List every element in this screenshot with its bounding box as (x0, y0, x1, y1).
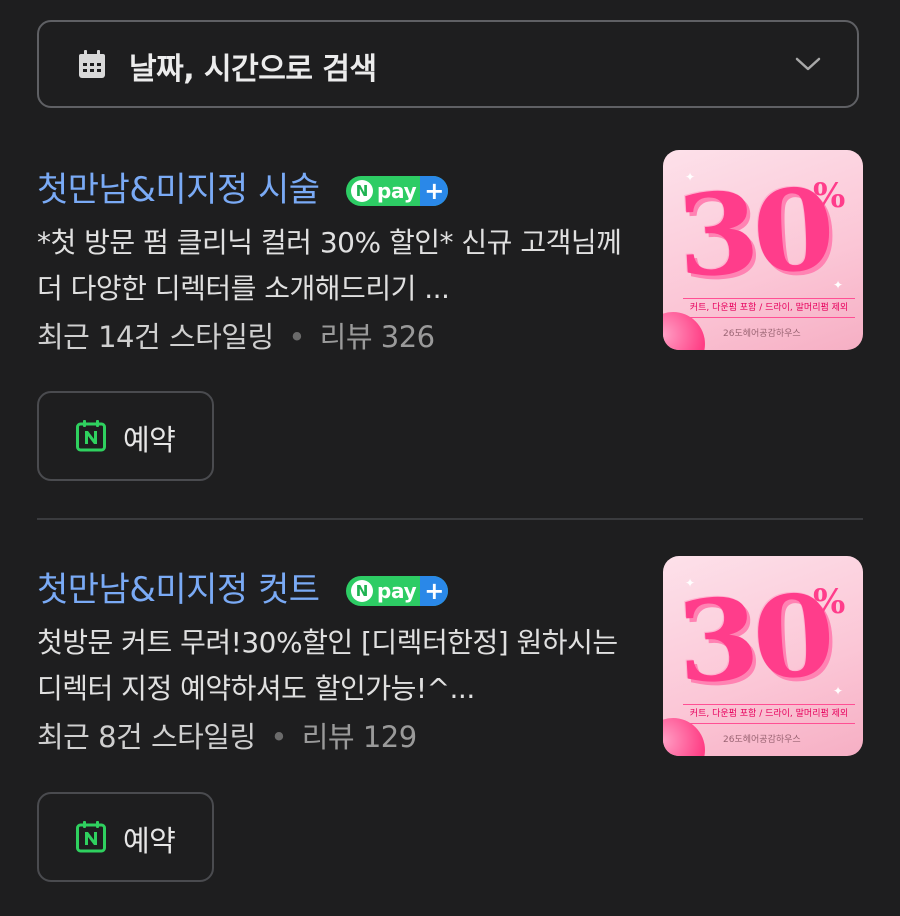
styling-count: 8 (98, 720, 117, 754)
reserve-label: 예약 (123, 423, 176, 457)
listing-thumbnail[interactable]: ✦ ✦ 30 % 커트, 다운펌 포함 / 드라이, 말머리펌 제외 26도헤어… (663, 556, 863, 756)
reserve-button[interactable]: 예약 (37, 792, 214, 882)
date-search-label: 날짜, 시간으로 검색 (129, 52, 377, 87)
styling-suffix: 건 스타일링 (116, 720, 256, 754)
listing-description[interactable]: 첫방문 커트 무려!30%할인 [디렉터한정] 원하시는 디렉터 지정 예약하셔… (37, 620, 627, 712)
thumbnail-ribbon-text: 커트, 다운펌 포함 / 드라이, 말머리펌 제외 (683, 704, 855, 724)
thumbnail-ribbon-text: 커트, 다운펌 포함 / 드라이, 말머리펌 제외 (683, 298, 855, 318)
naver-booking-icon (76, 821, 106, 853)
styling-prefix: 최근 (37, 320, 99, 354)
npay-plus-badge: N pay + (346, 176, 449, 206)
listing-thumbnail[interactable]: ✦ ✦ 30 % 커트, 다운펌 포함 / 드라이, 말머리펌 제외 26도헤어… (663, 150, 863, 350)
review-label: 리뷰 (301, 720, 363, 754)
review-count: 129 (362, 720, 417, 754)
separator-dot: • (270, 720, 287, 754)
reserve-button[interactable]: 예약 (37, 391, 214, 481)
plus-icon: + (420, 576, 449, 606)
thumbnail-percent-sign: % (813, 176, 846, 216)
naver-booking-icon (76, 420, 106, 452)
thumbnail-discount-number: 30 (673, 164, 832, 303)
styling-prefix: 최근 (37, 720, 99, 754)
sparkle-icon: ✦ (833, 278, 844, 292)
styling-suffix: 건 스타일링 (134, 320, 274, 354)
reserve-label: 예약 (123, 824, 176, 858)
chevron-down-icon (795, 56, 821, 76)
listing-title-link[interactable]: 첫만남&미지정 시술 (37, 162, 320, 211)
sparkle-icon: ✦ (833, 684, 844, 698)
npay-text: pay (377, 179, 417, 203)
listing-description[interactable]: *첫 방문 펌 클리닉 컬러 30% 할인* 신규 고객님께 더 다양한 디렉터… (37, 220, 627, 312)
review-label: 리뷰 (319, 320, 381, 354)
separator-dot: • (288, 320, 305, 354)
listing-title-link[interactable]: 첫만남&미지정 컷트 (37, 562, 320, 611)
thumbnail-shop-name: 26도헤어공감하우스 (723, 735, 801, 745)
thumbnail-percent-sign: % (813, 582, 846, 622)
review-count: 326 (380, 320, 435, 354)
npay-text: pay (377, 579, 417, 603)
date-time-search-dropdown[interactable]: 날짜, 시간으로 검색 (37, 20, 859, 108)
plus-icon: + (420, 176, 449, 206)
naver-n-logo: N (351, 180, 373, 202)
listing-meta: 최근 8건 스타일링 • 리뷰 129 (37, 714, 417, 756)
npay-plus-badge: N pay + (346, 576, 449, 606)
styling-count: 14 (98, 320, 134, 354)
thumbnail-shop-name: 26도헤어공감하우스 (723, 329, 801, 339)
naver-n-logo: N (351, 580, 373, 602)
listing-meta: 최근 14건 스타일링 • 리뷰 326 (37, 314, 435, 356)
divider (37, 518, 863, 520)
thumbnail-discount-number: 30 (673, 570, 832, 709)
calendar-icon (77, 50, 107, 84)
